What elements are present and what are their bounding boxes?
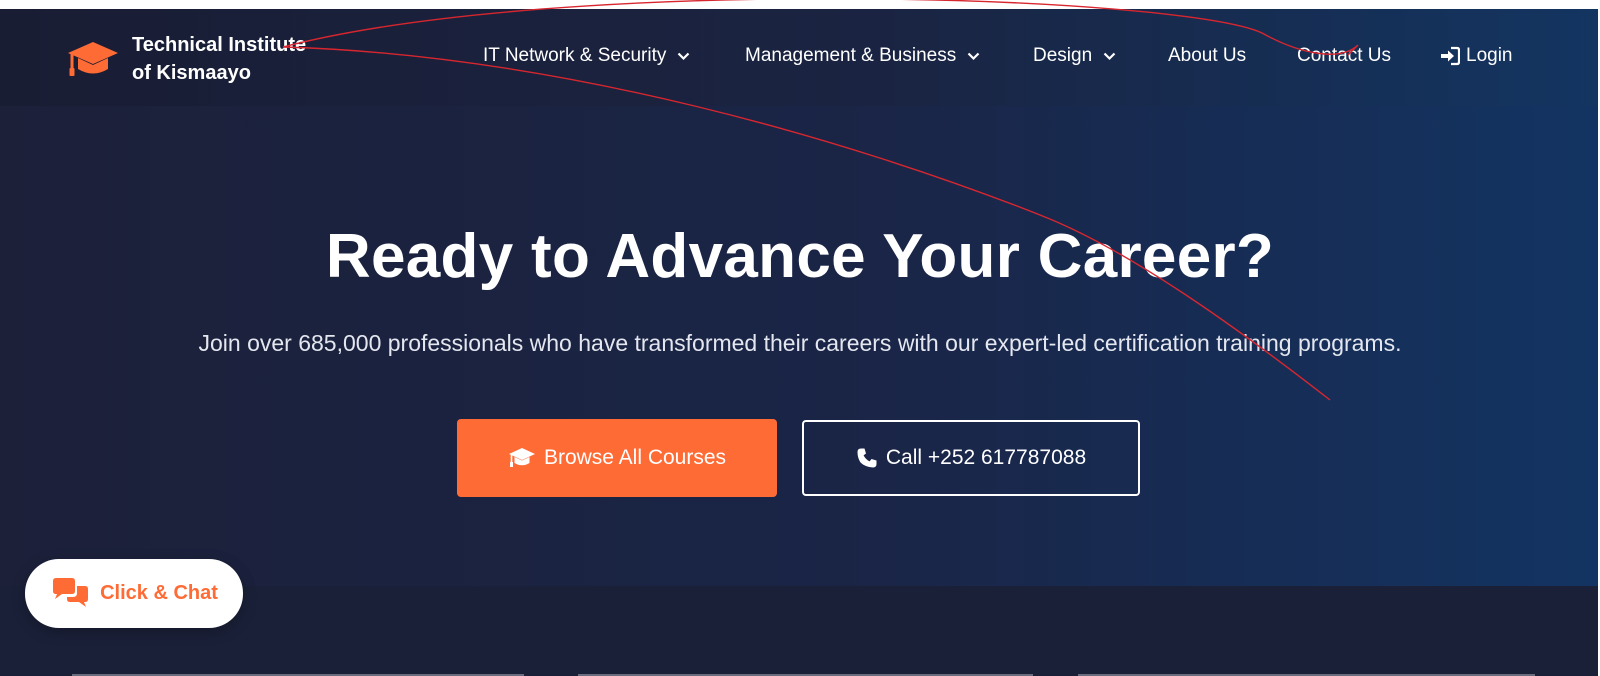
nav-item-label: Management & Business: [745, 45, 957, 66]
chevron-down-icon: [1103, 52, 1116, 60]
site-header: Technical Institute of Kismaayo IT Netwo…: [0, 9, 1600, 107]
click-and-chat-button[interactable]: Click & Chat: [25, 559, 243, 628]
sign-in-icon: [1441, 46, 1460, 66]
nav-item-management-business[interactable]: Management & Business: [745, 45, 980, 67]
chevron-down-icon: [967, 52, 980, 60]
nav-item-contact-us[interactable]: Contact Us: [1297, 45, 1391, 67]
hero-title: Ready to Advance Your Career?: [325, 222, 1275, 291]
page: Technical Institute of Kismaayo IT Netwo…: [0, 9, 1600, 676]
login-label: Login: [1466, 45, 1513, 66]
nav-item-label: Design: [1033, 45, 1093, 66]
call-button-label: Call +252 617787088: [885, 446, 1087, 469]
nav-item-label: Contact Us: [1297, 45, 1391, 66]
hero-subtitle: Join over 685,000 professionals who have…: [198, 330, 1402, 356]
main-nav: IT Network & Security Management & Busin…: [0, 45, 1600, 75]
nav-item-it-network-security[interactable]: IT Network & Security: [483, 45, 690, 67]
login-link[interactable]: Login: [1440, 45, 1513, 67]
chevron-down-icon: [678, 52, 690, 60]
browse-all-courses-label: Browse All Courses: [543, 446, 727, 469]
nav-item-label: IT Network & Security: [483, 45, 667, 66]
comments-icon: [53, 577, 89, 607]
click-and-chat-label: Click & Chat: [100, 582, 218, 604]
phone-icon: [857, 448, 877, 468]
nav-item-design[interactable]: Design: [1033, 45, 1116, 67]
call-button[interactable]: Call +252 617787088: [802, 420, 1140, 496]
top-strip: [0, 0, 1600, 9]
browse-all-courses-button[interactable]: Browse All Courses: [457, 419, 777, 497]
nav-item-about-us[interactable]: About Us: [1168, 45, 1246, 67]
graduation-cap-icon: [508, 448, 535, 467]
nav-item-label: About Us: [1168, 45, 1247, 66]
hero-section: Ready to Advance Your Career? Join over …: [0, 106, 1600, 586]
